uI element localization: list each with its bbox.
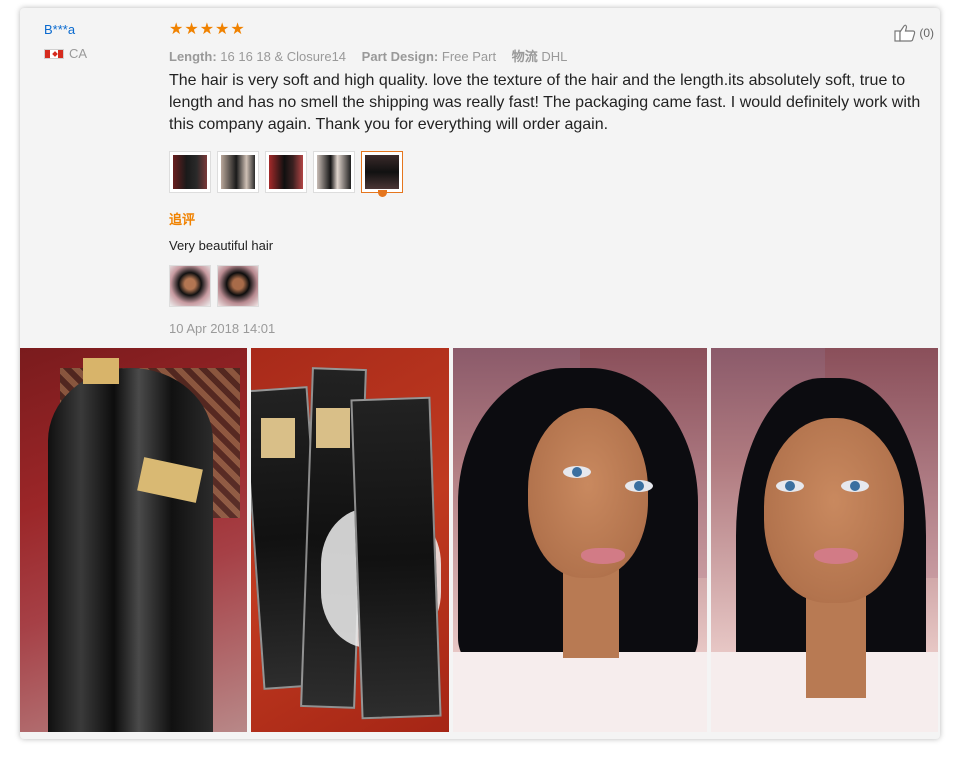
portrait-photo-2[interactable] (711, 348, 938, 732)
hair-bundle-photo[interactable] (20, 348, 247, 732)
portrait-photo-1[interactable] (453, 348, 707, 732)
spec-label-part-design: Part Design: (361, 49, 439, 64)
spec-label-length: Length: (169, 49, 217, 64)
followup-thumbnails (169, 265, 259, 307)
review-thumbnails (169, 151, 403, 197)
spec-value-shipping: DHL (541, 49, 568, 64)
review-thumbnail[interactable] (265, 151, 307, 193)
reviewer-info: B***a CA (44, 22, 87, 61)
review-thumbnail[interactable] (217, 151, 259, 193)
country-code: CA (69, 46, 88, 61)
followup-thumbnail[interactable] (217, 265, 259, 307)
review-photo-gallery (20, 348, 940, 732)
followup-label: 追评 (169, 212, 196, 227)
spec-value-part-design: Free Part (441, 49, 497, 64)
spec-value-length: 16 16 18 & Closure14 (220, 49, 347, 64)
spec-label-shipping: 物流 (511, 49, 538, 64)
star-icon: ★ (169, 21, 184, 38)
thumbs-up-icon (894, 24, 916, 42)
star-icon: ★ (184, 21, 199, 38)
star-icon: ★ (230, 21, 245, 38)
review-thumbnail[interactable] (313, 151, 355, 193)
canada-flag-icon (44, 48, 64, 59)
review-date: 10 Apr 2018 14:01 (169, 321, 276, 336)
helpful-count: (0) (919, 26, 934, 40)
star-icon: ★ (215, 21, 230, 38)
star-icon: ★ (199, 21, 215, 38)
followup-thumbnail[interactable] (169, 265, 211, 307)
review-card: B***a CA ★ ★ ★ ★ ★ Length: 16 16 18 & Cl… (20, 8, 940, 739)
review-thumbnail[interactable] (169, 151, 211, 193)
product-specs: Length: 16 16 18 & Closure14 Part Design… (169, 46, 579, 65)
star-rating: ★ ★ ★ ★ ★ (169, 22, 245, 38)
reviewer-name[interactable]: B***a (44, 22, 87, 37)
followup-text: Very beautiful hair (169, 238, 274, 253)
reviewer-country: CA (44, 46, 87, 61)
packaged-hair-photo[interactable] (251, 348, 449, 732)
review-thumbnail-selected[interactable] (361, 151, 403, 197)
review-text: The hair is very soft and high quality. … (169, 72, 921, 133)
helpful-button[interactable]: (0) (894, 24, 934, 42)
